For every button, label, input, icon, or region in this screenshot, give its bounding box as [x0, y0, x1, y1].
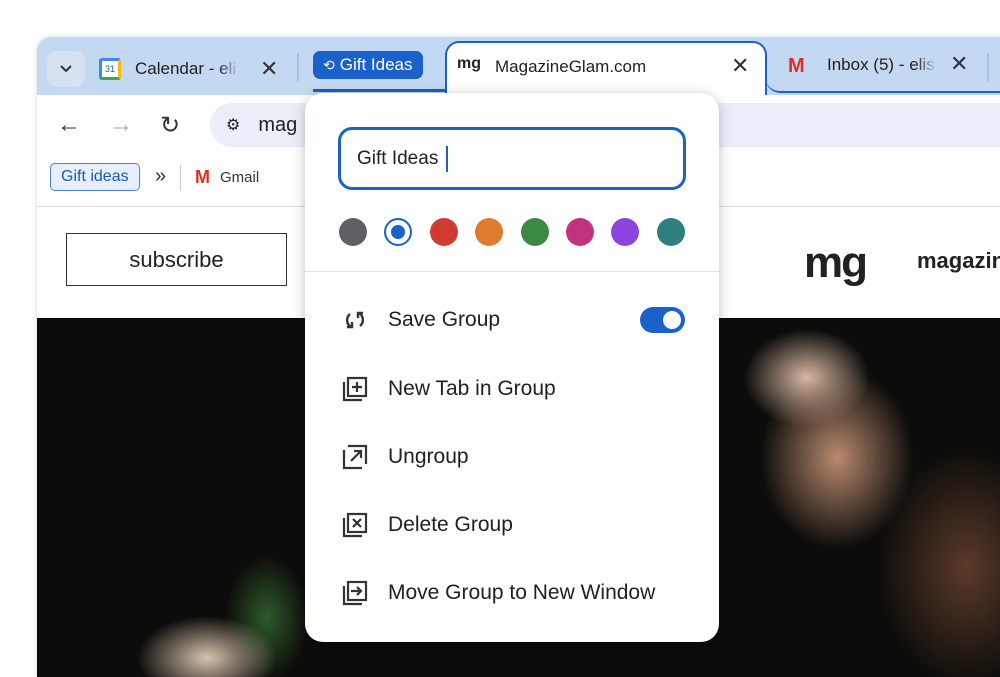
tab-inbox[interactable]: M Inbox (5) - elis ✕ — [766, 41, 1000, 93]
site-logo[interactable]: mg — [804, 238, 868, 288]
ungroup-item[interactable]: Ungroup — [341, 437, 685, 477]
group-label: Gift Ideas — [339, 55, 413, 74]
forward-icon[interactable]: → — [109, 111, 133, 139]
google-calendar-icon: 31 — [99, 58, 121, 80]
color-swatch[interactable] — [520, 218, 549, 246]
color-swatch[interactable] — [611, 218, 640, 246]
site-settings-icon[interactable]: ⚙ — [226, 115, 240, 135]
site-logo-text: magazin — [917, 248, 1000, 273]
bookmark-gmail[interactable]: M Gmail — [195, 167, 259, 188]
color-swatch[interactable] — [429, 218, 458, 246]
ungroup-icon — [342, 444, 368, 470]
gmail-icon: M — [788, 55, 805, 77]
close-tab-icon[interactable]: ✕ — [731, 53, 749, 79]
move-window-icon — [342, 580, 368, 606]
color-swatch[interactable] — [565, 218, 594, 246]
color-swatch[interactable] — [384, 218, 413, 246]
color-picker — [339, 218, 685, 246]
color-swatch[interactable] — [656, 218, 685, 246]
color-swatch[interactable] — [339, 218, 367, 246]
tab-group-chip[interactable]: ⟲ Gift Ideas — [313, 51, 423, 79]
sync-icon — [345, 311, 365, 329]
tab-separator — [987, 53, 989, 81]
delete-group-icon — [342, 512, 368, 538]
bookmark-label: Gmail — [220, 169, 260, 186]
tab-title: MagazineGlam.com — [495, 57, 647, 76]
save-group-toggle[interactable] — [640, 307, 685, 333]
tab-title: Inbox (5) - elis — [827, 55, 935, 74]
add-tab-icon — [342, 376, 368, 402]
move-group-to-new-window-item[interactable]: Move Group to New Window — [341, 573, 685, 613]
color-swatch[interactable] — [475, 218, 504, 246]
back-icon[interactable]: ← — [57, 111, 81, 139]
reload-icon[interactable]: ↻ — [160, 111, 180, 140]
item-label: New Tab in Group — [388, 377, 556, 400]
subscribe-button[interactable]: subscribe — [66, 233, 287, 286]
tab-separator — [297, 53, 299, 81]
url-text: mag — [258, 113, 298, 136]
close-tab-icon[interactable]: ✕ — [260, 56, 278, 82]
bookmark-group-gift-ideas[interactable]: Gift ideas — [50, 163, 140, 191]
magazineglam-favicon: mg — [457, 55, 481, 72]
item-label: Delete Group — [388, 513, 513, 536]
item-label: Save Group — [388, 308, 501, 331]
item-label: Move Group to New Window — [388, 581, 656, 604]
tab-magazineglam[interactable]: mg MagazineGlam.com ✕ — [445, 41, 767, 97]
new-tab-in-group-item[interactable]: New Tab in Group — [341, 369, 685, 409]
tab-calendar[interactable]: 31 Calendar - eli ✕ — [99, 49, 289, 89]
close-tab-icon[interactable]: ✕ — [950, 51, 968, 77]
tab-search-button[interactable] — [47, 51, 85, 87]
text-caret — [446, 145, 449, 172]
divider — [305, 271, 719, 272]
item-label: Ungroup — [388, 445, 469, 468]
save-group-item[interactable]: Save Group — [341, 300, 685, 340]
delete-group-item[interactable]: Delete Group — [341, 505, 685, 545]
tab-group-editor: Gift Ideas Save Group New Tab in Group U… — [305, 93, 719, 642]
gmail-icon: M — [195, 167, 210, 187]
sync-icon: ⟲ — [323, 56, 335, 73]
group-name-input[interactable]: Gift Ideas — [338, 127, 686, 190]
bookmarks-overflow-button[interactable]: » — [155, 165, 166, 188]
tab-title: Calendar - eli — [135, 59, 237, 78]
group-name-value: Gift Ideas — [357, 147, 439, 169]
tab-strip: 31 Calendar - eli ✕ ⟲ Gift Ideas mg Magaz… — [37, 37, 1000, 97]
chevron-down-icon — [60, 65, 72, 73]
group-underline — [313, 89, 447, 92]
bookmark-separator — [180, 165, 181, 191]
